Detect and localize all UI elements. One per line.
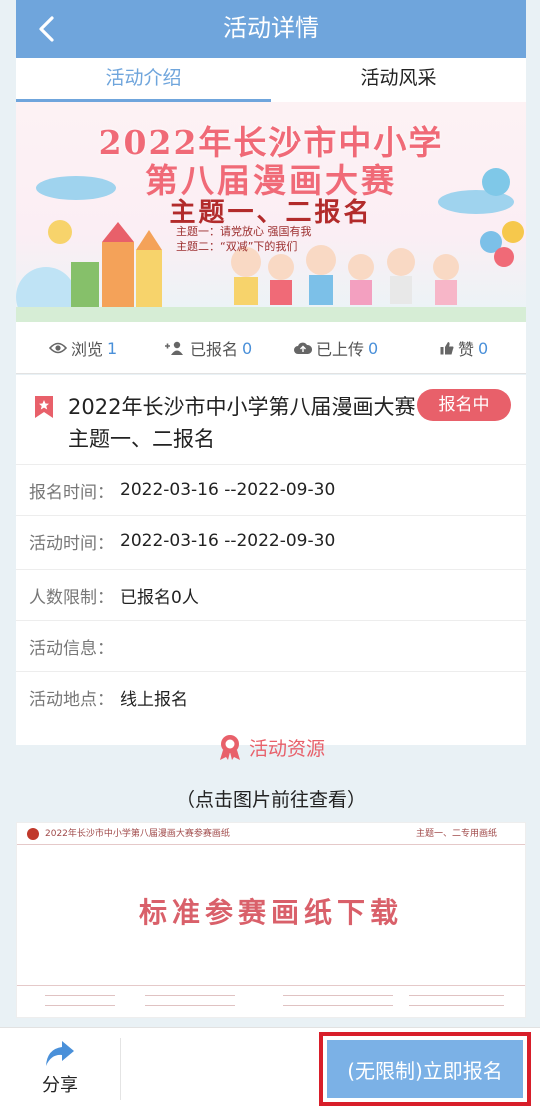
paper-header-theme: 主题一、二专用画纸: [415, 829, 497, 839]
activity-time-row: 活动时间： 2022-03-16 --2022-09-30: [16, 515, 526, 566]
activity-banner-image: 2022年长沙市中小学 第八届漫画大赛 主题一、二报名 主题一：请党放心 强国有…: [16, 102, 526, 322]
paper-footer: [17, 985, 525, 1013]
limit-row: 人数限制： 已报名0人: [16, 569, 526, 620]
stat-likes-count: 0: [478, 338, 489, 358]
paper-header-title: 2022年长沙市中小学第八届漫画大赛参赛画纸: [45, 829, 230, 839]
share-button[interactable]: 分享: [20, 1034, 100, 1102]
top-bar: 活动详情: [16, 0, 526, 58]
stat-views: 浏览 1: [49, 322, 117, 374]
resources-hint: （点击图片前往查看）: [175, 789, 366, 811]
activity-info-card: 2022年长沙市中小学第八届漫画大赛 主题一、二报名 报名中 报名时间： 2022…: [16, 375, 526, 745]
signup-time-row: 报名时间： 2022-03-16 --2022-09-30: [16, 464, 526, 515]
stat-views-count: 1: [107, 338, 118, 358]
page-title: 活动详情: [223, 14, 319, 42]
resources-section-header: 活动资源: [16, 722, 526, 772]
cloud-upload-icon: [294, 342, 312, 354]
tab-gallery[interactable]: 活动风采: [271, 58, 526, 102]
location-label: 活动地点：: [29, 689, 114, 710]
signup-time-label: 报名时间：: [29, 482, 114, 503]
activity-time-label: 活动时间：: [29, 533, 114, 554]
thumbs-up-icon: [440, 342, 454, 355]
limit-value: 已报名0人: [120, 587, 199, 608]
bookmark-icon: [35, 396, 53, 418]
banner-subtheme-2: 主题二：“双减”下的我们: [176, 240, 298, 253]
status-badge: 报名中: [417, 389, 511, 421]
register-now-button[interactable]: (无限制)立即报名: [327, 1040, 523, 1098]
award-ribbon-icon: [219, 735, 240, 760]
bottom-bar-divider: [120, 1038, 121, 1100]
activity-title: 2022年长沙市中小学第八届漫画大赛 主题一、二报名: [68, 395, 416, 451]
activity-time-value: 2022-03-16 --2022-09-30: [120, 531, 336, 551]
location-row: 活动地点： 线上报名: [16, 671, 526, 722]
stat-uploaded-count: 0: [368, 338, 379, 358]
eye-icon: [49, 342, 67, 354]
tab-bar: 活动介绍 活动风采: [16, 58, 526, 102]
bottom-action-bar: 分享 (无限制)立即报名: [0, 1027, 540, 1111]
signup-time-value: 2022-03-16 --2022-09-30: [120, 480, 336, 500]
paper-download-text: 标准参赛画纸下载: [138, 896, 403, 929]
stat-views-label: 浏览: [71, 340, 104, 359]
stat-registered: 已报名 0: [164, 322, 252, 374]
stat-registered-label: 已报名: [190, 340, 239, 359]
share-label: 分享: [42, 1075, 78, 1096]
tab-intro[interactable]: 活动介绍: [16, 58, 271, 102]
stat-registered-count: 0: [242, 338, 253, 358]
stats-bar: 浏览 1 已报名 0 已上传 0 赞0: [16, 322, 526, 374]
share-arrow-icon: [46, 1041, 74, 1066]
contest-paper-download-image[interactable]: 2022年长沙市中小学第八届漫画大赛参赛画纸 主题一、二专用画纸 标准参赛画纸下…: [16, 822, 526, 1018]
users-icon: [165, 341, 183, 355]
banner-subtheme-1: 主题一：请党放心 强国有我: [176, 225, 312, 238]
stat-likes[interactable]: 赞0: [440, 322, 488, 374]
location-value: 线上报名: [120, 689, 188, 710]
limit-label: 人数限制：: [29, 587, 114, 608]
stat-uploaded-label: 已上传: [316, 340, 365, 359]
resources-title: 活动资源: [248, 737, 325, 760]
info-row: 活动信息：: [16, 620, 526, 671]
register-button-highlight: (无限制)立即报名: [319, 1032, 531, 1106]
stat-likes-label: 赞: [458, 340, 475, 359]
paper-header: 2022年长沙市中小学第八届漫画大赛参赛画纸 主题一、二专用画纸: [17, 823, 525, 845]
stat-uploaded: 已上传 0: [294, 322, 378, 374]
info-label: 活动信息：: [29, 638, 114, 659]
